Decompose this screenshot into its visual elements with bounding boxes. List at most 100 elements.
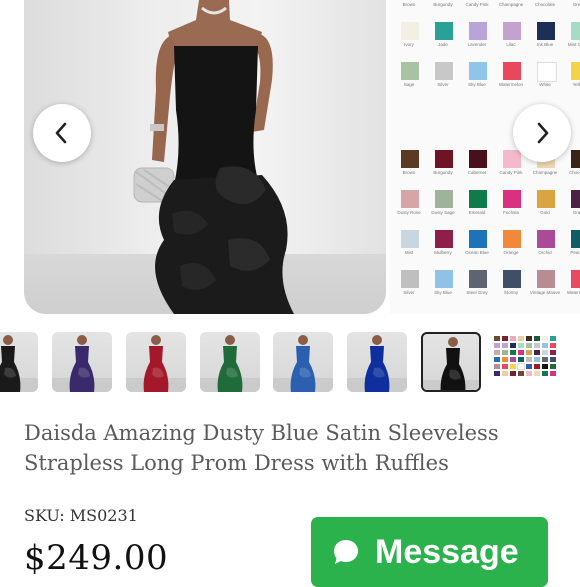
mini-swatch-chip — [534, 350, 540, 355]
thumbnail-dress-figure — [0, 335, 38, 392]
mini-swatch-chip — [542, 371, 548, 376]
mini-swatch-chip — [502, 336, 508, 341]
chevron-right-icon — [537, 122, 549, 144]
swatch-chip — [401, 230, 419, 248]
color-swatch: Orange — [494, 228, 528, 258]
color-swatch: Emerald — [460, 188, 494, 218]
mini-swatch-chip — [526, 350, 532, 355]
product-price: $249.00 — [24, 538, 169, 578]
mini-swatch-chip — [494, 343, 500, 348]
swatch-label: Sky Blue — [434, 290, 452, 295]
message-button-label: Message — [375, 532, 519, 571]
swatch-label: Silver — [437, 82, 449, 87]
thumb-red[interactable] — [126, 332, 186, 392]
color-swatch: White — [528, 60, 562, 90]
swatch-chip — [435, 62, 453, 80]
color-swatch: Dusty Sage — [426, 188, 460, 218]
mini-swatch-chip — [518, 371, 524, 376]
color-swatch: Ink Blue — [528, 20, 562, 50]
swatch-grid-bottom: Brown Burgundy Cabernet Candy Pink Champagne… — [392, 148, 580, 298]
color-swatch: Candy Pink — [460, 0, 494, 10]
swatch-label: Mint Green — [567, 42, 580, 47]
product-image-gallery[interactable]: Brown Burgundy Candy Pink Champagne Chocolat… — [0, 0, 580, 320]
color-swatch: Peacock — [562, 228, 580, 258]
mini-swatch-chip — [534, 371, 540, 376]
color-swatch: Stormy — [494, 268, 528, 298]
mini-swatch-chip — [534, 357, 540, 362]
swatch-label: Ink Blue — [536, 42, 554, 47]
swatch-label: Orchid — [538, 250, 552, 255]
color-swatch: Silver — [426, 60, 460, 90]
color-swatch: Yellow — [562, 60, 580, 90]
mini-swatch-chip — [550, 371, 556, 376]
swatch-label: Jade — [438, 42, 448, 47]
swatch-label: Champagne — [498, 2, 524, 7]
swatch-label: Gold — [540, 210, 550, 215]
swatch-label: Chocolate — [568, 170, 580, 175]
swatch-label: Burgundy — [433, 170, 453, 175]
color-swatch: Sky Blue — [426, 268, 460, 298]
swatch-chip — [571, 150, 580, 168]
thumbnail-strip[interactable] — [0, 332, 580, 394]
thumb-blue[interactable] — [273, 332, 333, 392]
color-swatch: Ivory — [392, 20, 426, 50]
swatch-label: Sky Blue — [468, 82, 486, 87]
thumbnail-dress-figure — [126, 335, 186, 392]
mini-swatch-chip — [542, 357, 548, 362]
mini-swatch-chip — [542, 336, 548, 341]
color-swatch: Burgundy — [426, 148, 460, 178]
thumb-green[interactable] — [200, 332, 260, 392]
swatch-grid-top: Brown Burgundy Candy Pink Champagne Chocolat… — [392, 0, 580, 90]
thumbnail-swatch-card[interactable] — [494, 336, 556, 392]
mini-swatch-chip — [518, 357, 524, 362]
swatch-chip — [571, 22, 580, 40]
next-image-button[interactable] — [513, 104, 571, 162]
mini-swatch-chip — [510, 343, 516, 348]
swatch-chip — [503, 150, 521, 168]
mini-swatch-chip — [550, 364, 556, 369]
swatch-label: Ocean Blue — [465, 250, 489, 255]
swatch-chip — [401, 190, 419, 208]
main-product-photo[interactable] — [24, 0, 386, 314]
swatch-chip — [537, 270, 555, 288]
color-swatch: Grape — [562, 188, 580, 218]
product-title: Daisda Amazing Dusty Blue Satin Sleevele… — [24, 421, 499, 475]
color-swatch: Gold — [528, 188, 562, 218]
thumb-partial[interactable] — [0, 332, 38, 392]
swatch-label: Stormy — [503, 290, 519, 295]
swatch-label: Brown — [402, 2, 416, 7]
color-swatch: Ocean Blue — [460, 228, 494, 258]
message-button[interactable]: Message — [311, 517, 548, 587]
dress-model-illustration — [133, 0, 294, 314]
mini-swatch-chip — [518, 350, 524, 355]
thumb-black[interactable] — [421, 332, 481, 392]
swatch-label: Steel Grey — [466, 290, 488, 295]
mini-swatch-chip — [510, 371, 516, 376]
mini-swatch-chip — [518, 343, 524, 348]
swatch-chip — [571, 270, 580, 288]
swatch-chip — [469, 62, 487, 80]
swatch-chip — [435, 22, 453, 40]
color-swatch: Mist — [392, 228, 426, 258]
mini-swatch-chip — [526, 336, 532, 341]
swatch-label: Mist — [404, 250, 414, 255]
mini-swatch-chip — [510, 357, 516, 362]
mini-swatch-chip — [526, 357, 532, 362]
mini-swatch-chip — [510, 364, 516, 369]
thumbnail-dress-figure — [273, 335, 333, 392]
color-swatch: Fuchsia — [494, 188, 528, 218]
color-swatch: Vintage Mauve — [528, 268, 562, 298]
previous-image-button[interactable] — [33, 104, 91, 162]
swatch-chip — [469, 150, 487, 168]
mini-swatch-chip — [526, 364, 532, 369]
swatch-label: Yellow — [572, 82, 580, 87]
mini-swatch-chip — [502, 343, 508, 348]
thumb-royal-blue[interactable] — [347, 332, 407, 392]
swatch-chip — [435, 230, 453, 248]
color-swatch: Dusty Rose — [392, 188, 426, 218]
thumb-purple[interactable] — [52, 332, 112, 392]
color-swatch: Silver — [392, 268, 426, 298]
mini-swatch-chip — [526, 343, 532, 348]
product-sku: SKU: MS0231 — [24, 506, 138, 525]
mini-swatch-chip — [534, 364, 540, 369]
